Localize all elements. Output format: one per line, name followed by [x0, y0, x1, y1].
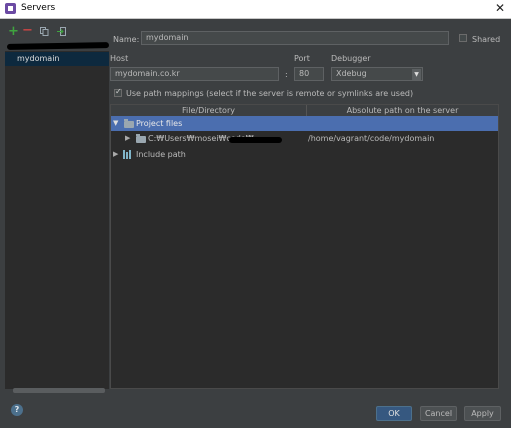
tree-row-label: Include path — [136, 150, 186, 159]
host-field[interactable]: mydomain.co.kr — [110, 67, 279, 81]
path-mappings-table[interactable]: File/Directory Absolute path on the serv… — [110, 104, 499, 389]
name-label: Name: — [113, 35, 140, 44]
expand-down-icon[interactable]: ▼ — [113, 119, 118, 127]
expand-right-icon[interactable]: ▶ — [125, 134, 130, 142]
redaction-mark — [229, 137, 282, 143]
apply-button[interactable]: Apply — [464, 406, 501, 421]
shared-label: Shared — [472, 35, 501, 44]
host-label: Host — [110, 54, 129, 63]
port-separator: : — [285, 70, 288, 79]
remove-server-icon[interactable]: − — [22, 24, 33, 37]
folder-icon — [136, 134, 146, 143]
path-mappings-label: Use path mappings (select if the server … — [126, 89, 414, 98]
help-icon[interactable]: ? — [11, 404, 23, 416]
title-bar: Servers ✕ — [0, 0, 511, 19]
close-icon[interactable]: ✕ — [495, 1, 505, 15]
copy-server-icon[interactable] — [40, 27, 49, 36]
cancel-button[interactable]: Cancel — [420, 406, 457, 421]
expand-right-icon[interactable]: ▶ — [113, 150, 118, 158]
debugger-label: Debugger — [331, 54, 371, 63]
server-list-item[interactable]: mydomain — [5, 52, 109, 66]
import-server-icon[interactable] — [57, 27, 66, 36]
window-title: Servers — [21, 3, 56, 13]
chevron-down-icon: ▼ — [412, 69, 421, 80]
horizontal-scrollbar[interactable] — [13, 388, 105, 393]
port-label: Port — [294, 54, 310, 63]
add-server-icon[interactable]: + — [8, 25, 19, 38]
redaction-mark — [6, 42, 110, 50]
server-item-label: mydomain — [17, 54, 60, 63]
app-logo-icon — [5, 3, 16, 14]
tree-row-label: Project files — [136, 119, 183, 128]
remote-path-value[interactable]: /home/vagrant/code/mydomain — [308, 134, 434, 143]
port-field[interactable]: 80 — [294, 67, 324, 81]
shared-checkbox[interactable] — [459, 34, 467, 42]
folder-icon — [124, 119, 134, 128]
debugger-value: Xdebug — [336, 69, 367, 78]
ok-button[interactable]: OK — [376, 406, 412, 421]
server-list[interactable]: mydomain — [5, 51, 109, 389]
debugger-select[interactable]: Xdebug ▼ — [331, 67, 423, 81]
name-field[interactable]: mydomain — [141, 31, 449, 45]
library-icon — [123, 150, 133, 159]
path-mappings-checkbox[interactable] — [114, 87, 122, 97]
